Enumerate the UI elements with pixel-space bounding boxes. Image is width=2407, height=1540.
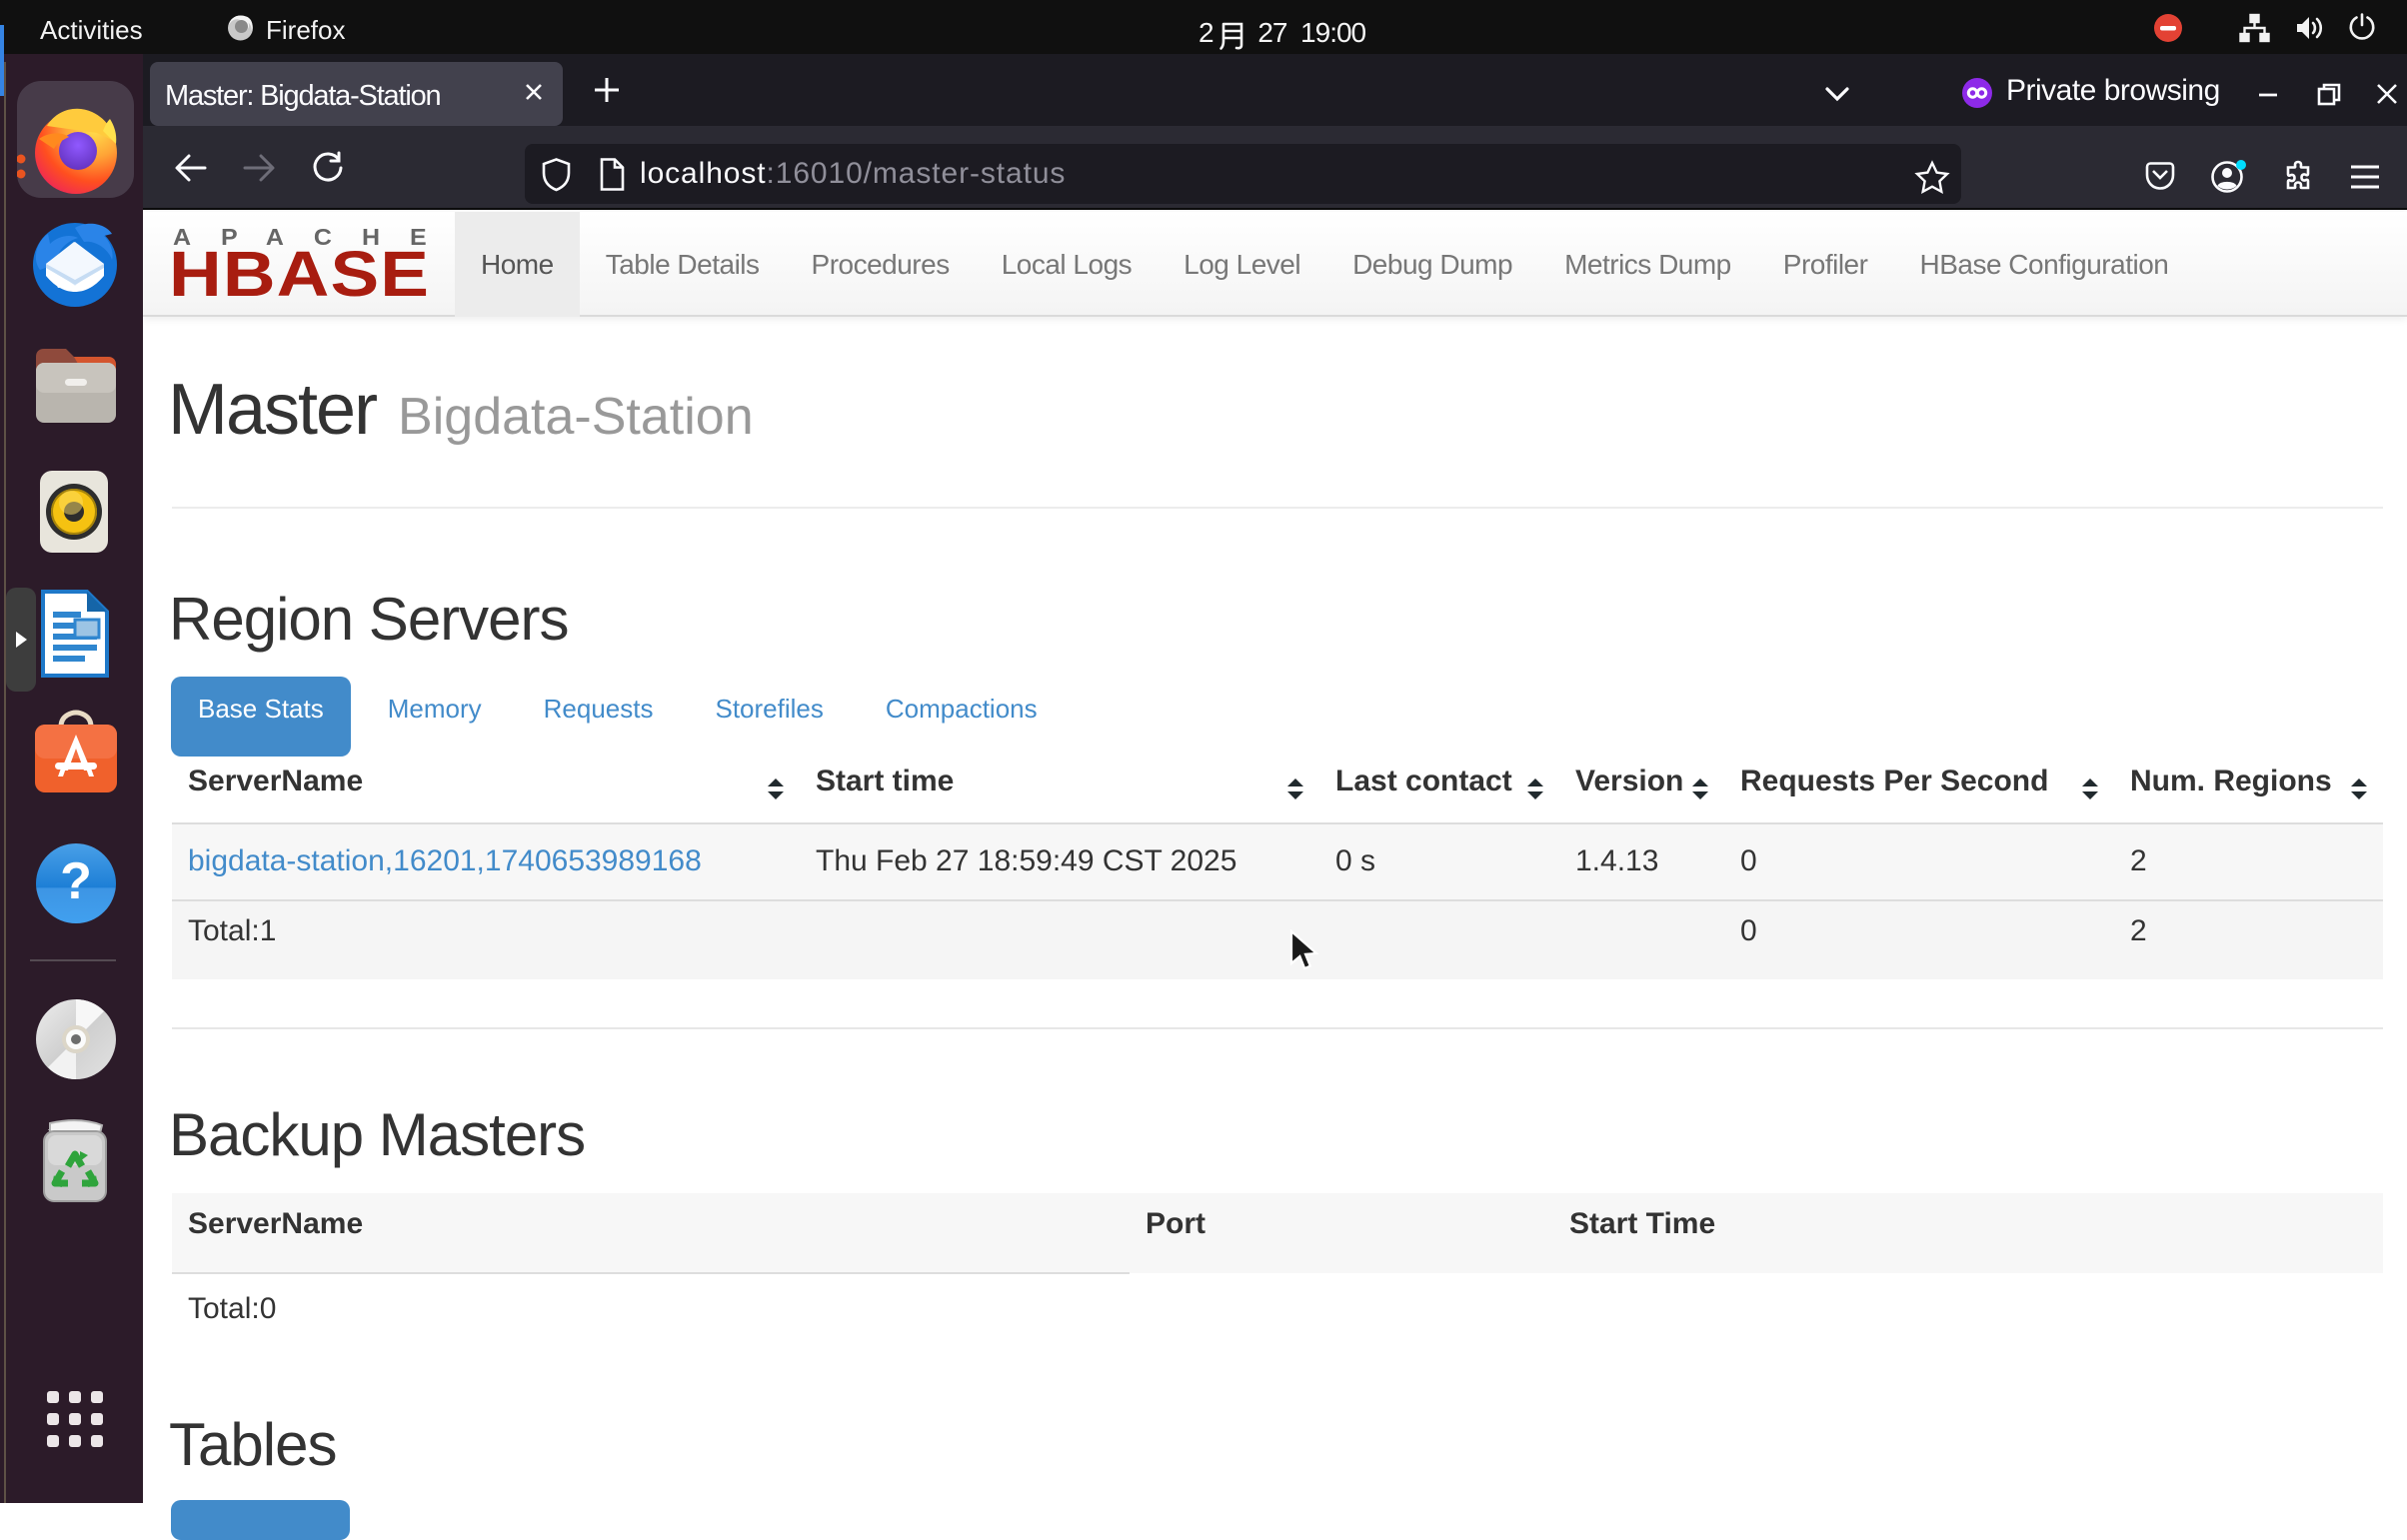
svg-text:?: ?: [60, 852, 92, 910]
